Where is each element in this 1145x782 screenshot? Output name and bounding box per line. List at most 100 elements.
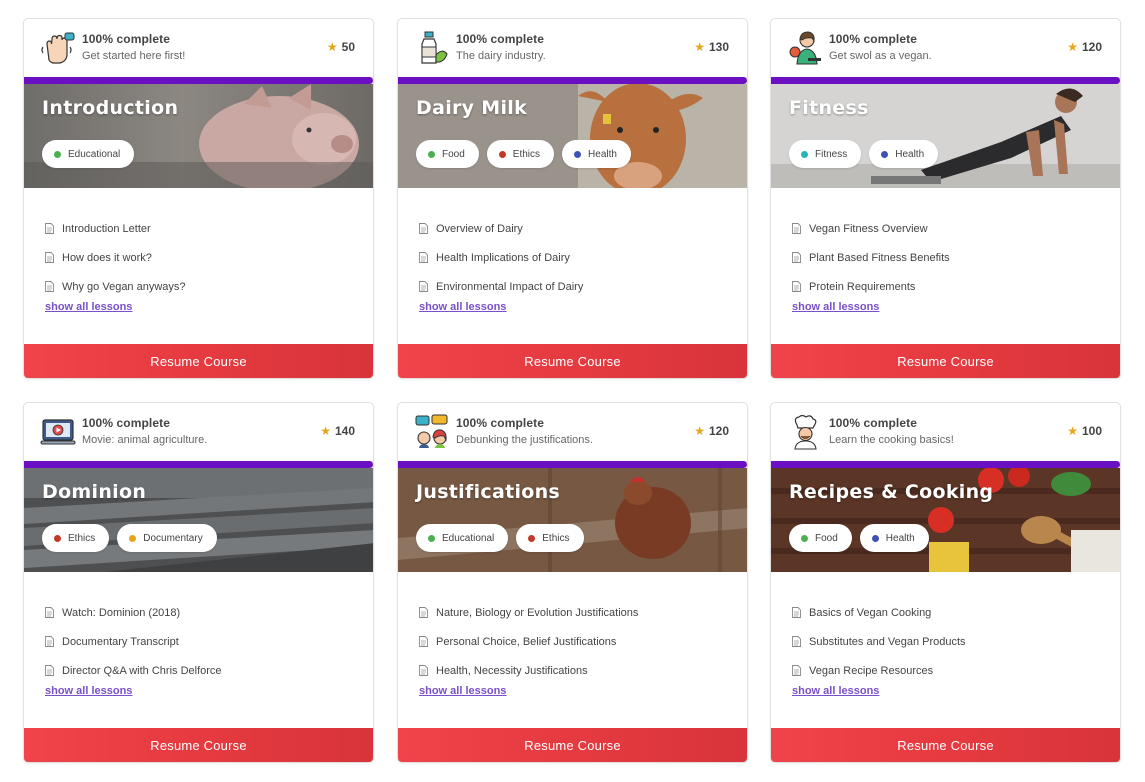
- course-tagline: Get started here first!: [82, 50, 186, 62]
- show-all-lessons-link[interactable]: show all lessons: [45, 301, 132, 313]
- course-hero-image[interactable]: Dairy Milk Food Ethics Health: [398, 84, 747, 188]
- athlete-icon: [787, 30, 823, 66]
- tag-dot: [871, 534, 879, 542]
- lesson-item[interactable]: How does it work?: [45, 243, 186, 272]
- lesson-item[interactable]: Why go Vegan anyways?: [45, 272, 186, 301]
- show-all-lessons-link[interactable]: show all lessons: [792, 685, 879, 697]
- progress-fill: [771, 77, 1120, 84]
- lesson-title: How does it work?: [62, 251, 152, 264]
- course-card-fitness[interactable]: 100% complete Get swol as a vegan. ★ 120…: [770, 18, 1121, 379]
- lesson-list: Watch: Dominion (2018) Documentary Trans…: [45, 598, 222, 685]
- lesson-item[interactable]: Overview of Dairy: [419, 214, 583, 243]
- lesson-item[interactable]: Health, Necessity Justifications: [419, 656, 638, 685]
- course-hero-image[interactable]: Recipes & Cooking Food Health: [771, 468, 1120, 572]
- course-hero-image[interactable]: Dominion Ethics Documentary: [24, 468, 373, 572]
- course-title: Dominion: [42, 481, 147, 503]
- card-header: 100% complete The dairy industry. ★ 130: [398, 19, 747, 77]
- document-icon: [792, 665, 801, 676]
- rating: ★ 120: [694, 424, 729, 438]
- lesson-item[interactable]: Documentary Transcript: [45, 627, 222, 656]
- lesson-list: Introduction Letter How does it work? Wh…: [45, 214, 186, 301]
- course-card-dairy-milk[interactable]: 100% complete The dairy industry. ★ 130 …: [397, 18, 748, 379]
- lesson-list: Overview of Dairy Health Implications of…: [419, 214, 583, 301]
- course-hero-image[interactable]: Justifications Educational Ethics: [398, 468, 747, 572]
- lesson-title: Health Implications of Dairy: [436, 251, 570, 264]
- rating: ★ 50: [327, 40, 355, 54]
- tag-fitness: Fitness: [789, 140, 862, 168]
- lesson-item[interactable]: Protein Requirements: [792, 272, 950, 301]
- lesson-list: Nature, Biology or Evolution Justificati…: [419, 598, 638, 685]
- tag-ethics: Ethics: [516, 524, 584, 552]
- resume-course-button[interactable]: Resume Course: [24, 344, 373, 378]
- tag-health: Health: [562, 140, 631, 168]
- course-hero-image[interactable]: Fitness Fitness Health: [771, 84, 1120, 188]
- card-header: 100% complete Get swol as a vegan. ★ 120: [771, 19, 1120, 77]
- course-card-recipes-cooking[interactable]: 100% complete Learn the cooking basics! …: [770, 402, 1121, 763]
- document-icon: [419, 281, 428, 292]
- tag-label: Food: [815, 532, 838, 544]
- rating: ★ 140: [320, 424, 355, 438]
- star-icon: ★: [326, 40, 338, 54]
- course-hero-image[interactable]: Introduction Educational: [24, 84, 373, 188]
- show-all-lessons-link[interactable]: show all lessons: [419, 685, 506, 697]
- tag-label: Food: [442, 148, 465, 160]
- lesson-item[interactable]: Substitutes and Vegan Products: [792, 627, 966, 656]
- lesson-item[interactable]: Basics of Vegan Cooking: [792, 598, 966, 627]
- lesson-list: Basics of Vegan Cooking Substitutes and …: [792, 598, 966, 685]
- tag-list: Ethics Documentary: [42, 524, 217, 552]
- tag-ethics: Ethics: [486, 140, 555, 168]
- progress-bar: [24, 461, 373, 468]
- progress-bar: [771, 77, 1120, 84]
- lesson-item[interactable]: Vegan Fitness Overview: [792, 214, 950, 243]
- lesson-title: Documentary Transcript: [62, 635, 179, 648]
- lesson-list: Vegan Fitness Overview Plant Based Fitne…: [792, 214, 950, 301]
- tag-dot: [54, 150, 61, 158]
- resume-course-button[interactable]: Resume Course: [398, 344, 747, 378]
- lesson-item[interactable]: Health Implications of Dairy: [419, 243, 583, 272]
- document-icon: [419, 665, 428, 676]
- lesson-title: Health, Necessity Justifications: [436, 664, 588, 677]
- debate-people-icon: [414, 414, 450, 450]
- document-icon: [792, 607, 801, 618]
- tag-list: Food Ethics Health: [416, 140, 631, 168]
- lesson-item[interactable]: Plant Based Fitness Benefits: [792, 243, 950, 272]
- lesson-item[interactable]: Nature, Biology or Evolution Justificati…: [419, 598, 638, 627]
- resume-course-button[interactable]: Resume Course: [771, 344, 1120, 378]
- lesson-item[interactable]: Watch: Dominion (2018): [45, 598, 222, 627]
- lesson-title: Vegan Recipe Resources: [809, 664, 934, 677]
- course-title: Fitness: [789, 97, 869, 119]
- lesson-title: Personal Choice, Belief Justifications: [436, 635, 617, 648]
- tag-dot: [129, 534, 137, 542]
- rating-value: 140: [334, 424, 355, 438]
- lesson-title: Watch: Dominion (2018): [62, 606, 181, 619]
- tag-dot: [881, 150, 889, 158]
- lesson-item[interactable]: Personal Choice, Belief Justifications: [419, 627, 638, 656]
- lesson-item[interactable]: Environmental Impact of Dairy: [419, 272, 583, 301]
- resume-course-button[interactable]: Resume Course: [398, 728, 747, 762]
- show-all-lessons-link[interactable]: show all lessons: [419, 301, 506, 313]
- rating: ★ 100: [1067, 424, 1102, 438]
- progress-fill: [771, 461, 1120, 468]
- tag-label: Ethics: [68, 532, 96, 544]
- course-title: Dairy Milk: [416, 97, 528, 119]
- course-card-justifications[interactable]: 100% complete Debunking the justificatio…: [397, 402, 748, 763]
- star-icon: ★: [1067, 40, 1078, 54]
- document-icon: [792, 223, 801, 234]
- tag-dot: [54, 534, 61, 542]
- lesson-item[interactable]: Director Q&A with Chris Delforce: [45, 656, 222, 685]
- tag-label: Ethics: [542, 532, 570, 544]
- lesson-item[interactable]: Vegan Recipe Resources: [792, 656, 966, 685]
- resume-course-button[interactable]: Resume Course: [24, 728, 373, 762]
- tag-label: Ethics: [512, 148, 541, 160]
- tag-label: Documentary: [143, 532, 203, 544]
- course-card-dominion[interactable]: 100% complete Movie: animal agriculture.…: [23, 402, 374, 763]
- course-card-introduction[interactable]: 100% complete Get started here first! ★ …: [23, 18, 374, 379]
- document-icon: [45, 665, 54, 676]
- course-tagline: Debunking the justifications.: [456, 434, 593, 446]
- show-all-lessons-link[interactable]: show all lessons: [792, 301, 879, 313]
- tag-label: Health: [895, 148, 925, 160]
- show-all-lessons-link[interactable]: show all lessons: [45, 685, 132, 697]
- lesson-item[interactable]: Introduction Letter: [45, 214, 186, 243]
- course-tagline: Movie: animal agriculture.: [82, 434, 208, 446]
- resume-course-button[interactable]: Resume Course: [771, 728, 1120, 762]
